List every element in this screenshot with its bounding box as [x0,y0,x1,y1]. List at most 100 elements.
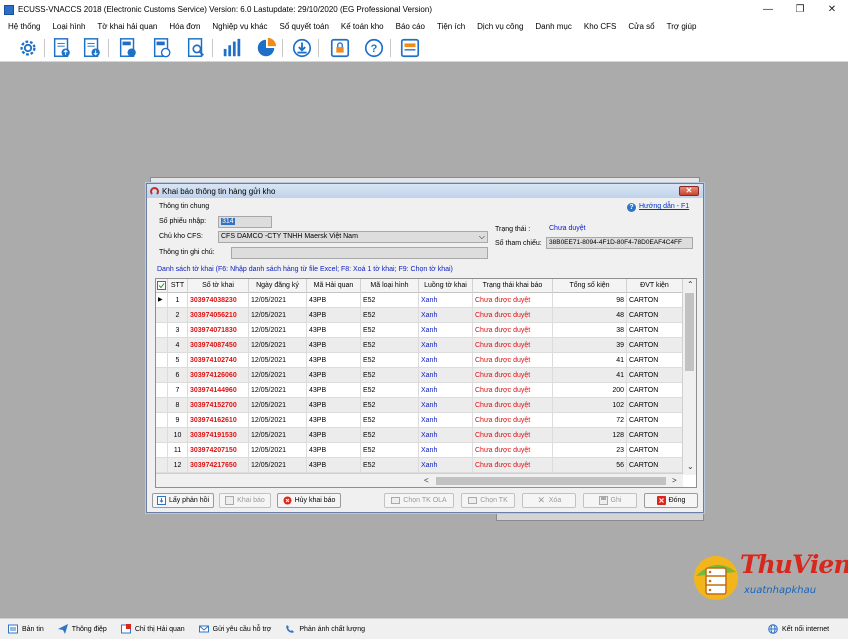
vertical-scroll-thumb[interactable] [685,293,694,371]
logo-brand-bottom: xuatnhapkhau [744,585,817,596]
table-row[interactable]: 2 303974056210 12/05/2021 43PB E52 Xanh Chưa đ… [156,308,683,323]
status-chi-thi[interactable]: Chỉ thị Hải quan [120,624,185,634]
grid-vertical-scrollbar[interactable]: ⌃ ⌄ [682,279,696,475]
scroll-down-icon[interactable]: ⌄ [687,462,694,472]
scroll-up-icon[interactable]: ⌃ [687,280,694,290]
col-trang-thai-khai-bao[interactable]: Trạng thái khai báo [473,279,553,293]
close-button[interactable]: ✕ [816,0,848,19]
table-row[interactable]: 9 303974162610 12/05/2021 43PB E52 Xanh Chưa đ… [156,413,683,428]
chon-tk-button[interactable]: Chọn TK [461,493,515,508]
status-bar: Bản tin Thông điệp Chỉ thị Hải quan Gửi … [0,618,848,639]
menu-hoa-don[interactable]: Hóa đơn [169,22,200,31]
scroll-left-icon[interactable]: < [424,476,429,486]
col-so-to-khai[interactable]: Số tờ khai [188,279,249,293]
table-row[interactable]: 12 303974217650 12/05/2021 43PB E52 Xanh Chưa … [156,458,683,473]
download-circle-icon[interactable] [290,36,314,60]
row-pointer-icon[interactable]: ▶ [156,293,168,308]
help-info-icon[interactable]: ? [627,203,636,212]
status-thong-diep[interactable]: Thông điệp [57,624,107,634]
huy-khai-bao-button[interactable]: Hủy khai báo [277,493,341,508]
table-row[interactable]: 8 303974152700 12/05/2021 43PB E52 Xanh Chưa đ… [156,398,683,413]
col-ngay-dang-ky[interactable]: Ngày đăng ký [249,279,307,293]
horizontal-scroll-thumb[interactable] [436,477,666,485]
table-row[interactable]: 11 303974207150 12/05/2021 43PB E52 Xanh Chưa … [156,443,683,458]
khai-bao-button[interactable]: Khai báo [219,493,271,508]
menu-tro-giup[interactable]: Trợ giúp [667,22,697,31]
chon-tk-ola-button[interactable]: Chọn TK OLA [384,493,454,508]
status-gui-yeu-cau[interactable]: Gửi yêu cầu hỗ trợ [198,624,271,634]
row-selector[interactable] [156,398,168,413]
col-ma-hai-quan[interactable]: Mã Hải quan [307,279,361,293]
eda-document-alt-icon[interactable] [150,36,174,60]
row-selector[interactable] [156,413,168,428]
chu-kho-select[interactable]: CFS DAMCO -CTY TNHH Maersk Việt Nam ⌵ [218,231,488,243]
grid-horizontal-scrollbar[interactable]: < > [156,473,683,487]
row-selector[interactable] [156,458,168,473]
pie-chart-icon[interactable] [254,36,278,60]
menu-so-quyet-toan[interactable]: Sổ quyết toán [280,22,329,31]
scroll-right-icon[interactable]: > [672,476,677,486]
lock-icon[interactable] [328,36,352,60]
maximize-button[interactable]: ❐ [784,0,816,19]
col-ma-loai-hinh[interactable]: Mã loại hình [361,279,419,293]
table-row[interactable]: ▶ 1 303974038230 12/05/2021 43PB E52 Xanh Chưa … [156,293,683,308]
menu-to-khai-hai-quan[interactable]: Tờ khai hải quan [97,22,157,31]
document-search-icon[interactable] [184,36,208,60]
row-selector[interactable] [156,428,168,443]
menu-he-thong[interactable]: Hệ thống [8,22,40,31]
row-selector[interactable] [156,308,168,323]
cell-trang-thai: Chưa được duyệt [473,293,553,308]
so-phieu-label: Số phiếu nhập: [159,218,207,225]
select-all-checkbox-icon[interactable] [156,279,168,293]
ghi-button[interactable]: Ghi [583,493,637,508]
document-down-icon[interactable] [80,36,104,60]
col-tong-so-kien[interactable]: Tổng số kiện [553,279,627,293]
row-selector[interactable] [156,353,168,368]
table-row[interactable]: 4 303974087450 12/05/2021 43PB E52 Xanh Chưa đ… [156,338,683,353]
table-row[interactable]: 10 303974191530 12/05/2021 43PB E52 Xanh Chưa … [156,428,683,443]
menu-dich-vu-cong[interactable]: Dịch vụ công [477,22,523,31]
eda-document-icon[interactable] [116,36,140,60]
menu-tien-ich[interactable]: Tiện ích [437,22,465,31]
help-link[interactable]: Hướng dẫn - F1 [639,203,689,210]
table-row[interactable]: 3 303974071830 12/05/2021 43PB E52 Xanh Chưa đ… [156,323,683,338]
window-icon[interactable] [398,36,422,60]
dialog-close-button[interactable]: ✕ [679,186,699,196]
table-row[interactable]: 7 303974144960 12/05/2021 43PB E52 Xanh Chưa đ… [156,383,683,398]
table-row[interactable]: 6 303974126060 12/05/2021 43PB E52 Xanh Chưa đ… [156,368,683,383]
menu-bao-cao[interactable]: Báo cáo [396,22,425,31]
cell-trang-thai: Chưa được duyệt [473,428,553,443]
minimize-button[interactable]: — [752,0,784,19]
cell-stt: 9 [168,413,188,428]
row-selector[interactable] [156,323,168,338]
status-ban-tin[interactable]: Bản tin [8,624,44,634]
menu-danh-muc[interactable]: Danh mục [535,22,571,31]
so-phieu-input[interactable]: 314 [218,216,272,228]
row-selector[interactable] [156,443,168,458]
menu-cua-so[interactable]: Cửa sổ [628,22,654,31]
dong-button[interactable]: Đóng [644,493,698,508]
col-stt[interactable]: STT [168,279,188,293]
row-selector[interactable] [156,368,168,383]
menu-ke-toan-kho[interactable]: Kế toán kho [341,22,384,31]
status-phan-anh[interactable]: Phản ánh chất lượng [285,624,365,634]
xoa-button[interactable]: ✕ Xóa [522,493,576,508]
menu-loai-hinh[interactable]: Loại hình [52,22,85,31]
col-dvt-kien[interactable]: ĐVT kiện [627,279,683,293]
list-caption: Danh sách tờ khai (F6: Nhập danh sách hà… [157,266,453,273]
menu-kho-cfs[interactable]: Kho CFS [584,22,616,31]
cell-dvt-kien: CARTON [627,323,683,338]
settings-icon[interactable] [16,36,40,60]
help-icon[interactable]: ? [362,36,386,60]
row-selector[interactable] [156,383,168,398]
document-up-icon[interactable] [50,36,74,60]
menu-nghiep-vu-khac[interactable]: Nghiệp vụ khác [212,22,267,31]
col-luong-to-khai[interactable]: Luồng tờ khai [419,279,473,293]
table-row[interactable]: 5 303974102740 12/05/2021 43PB E52 Xanh Chưa đ… [156,353,683,368]
xoa-label: Xóa [548,497,562,504]
ghi-chu-input[interactable] [231,247,488,259]
lay-phan-hoi-button[interactable]: Lấy phản hồi [152,493,214,508]
chevron-down-icon[interactable]: ⌵ [479,232,485,242]
row-selector[interactable] [156,338,168,353]
bar-chart-icon[interactable] [220,36,244,60]
